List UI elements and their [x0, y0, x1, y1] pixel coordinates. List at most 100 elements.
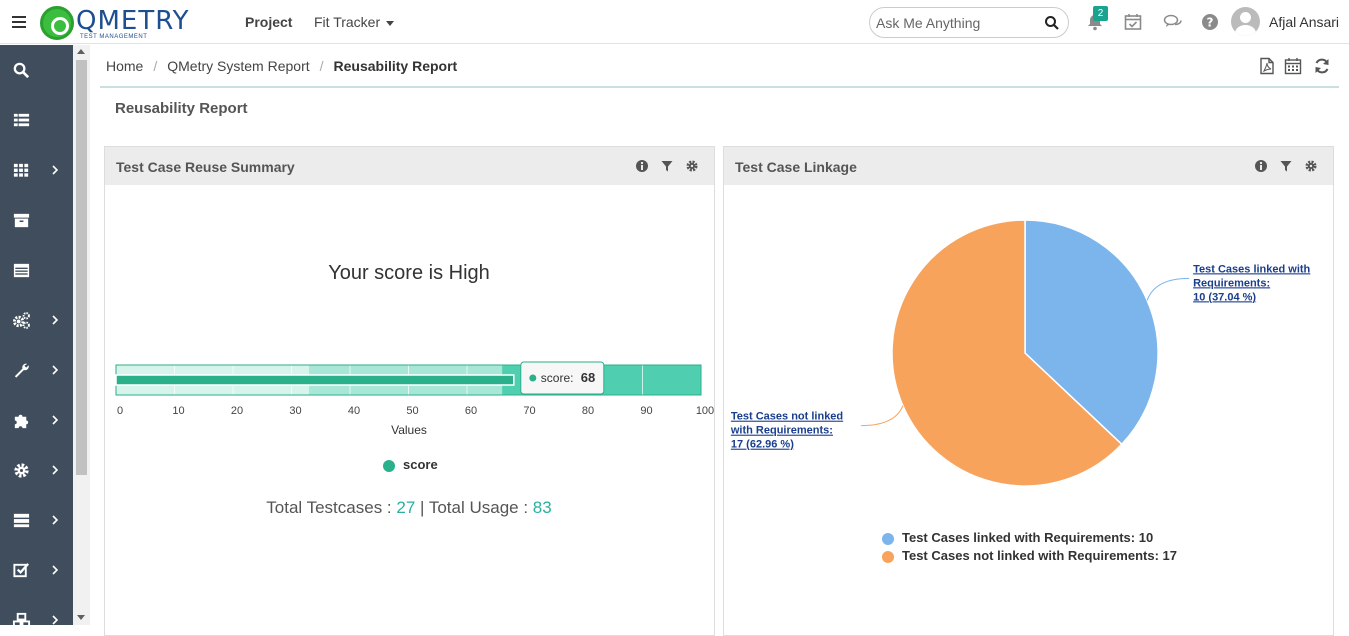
- score-gauge-chart: 0 10 20 30 40 50 60 70 80 90 100 Values score: 68: [115, 361, 714, 437]
- total-usage-label: | Total Usage :: [415, 498, 533, 517]
- scroll-down-icon[interactable]: [77, 615, 85, 620]
- refresh-icon[interactable]: [1313, 57, 1331, 75]
- wrench-icon: [14, 363, 29, 378]
- sidebar-item-list[interactable]: [0, 105, 73, 135]
- chevron-right-icon: [52, 315, 59, 325]
- logo-subtitle: TEST MANAGEMENT: [80, 34, 148, 40]
- legend-marker: [383, 459, 395, 472]
- cogs-icon: [12, 312, 30, 329]
- sidebar-scrollbar[interactable]: [73, 45, 90, 625]
- tooltip-marker: [529, 374, 537, 382]
- x-tick-label: 0: [117, 405, 123, 417]
- score-text: Your score is High: [328, 262, 490, 284]
- search-box: [869, 7, 1069, 38]
- totals-summary: Total Testcases : 27 | Total Usage : 83: [105, 498, 713, 518]
- x-tick-label: 90: [640, 405, 652, 417]
- table-icon: [13, 263, 30, 278]
- tooltip-value: 68: [581, 370, 595, 385]
- legend-label: Test Cases not linked with Requirements:…: [902, 548, 1177, 563]
- sidebar-item-table[interactable]: [0, 255, 73, 285]
- pie-data-label[interactable]: 10 (37.04 %): [1193, 291, 1256, 303]
- chat-icon[interactable]: [1163, 12, 1183, 32]
- logo-mark: [40, 6, 74, 40]
- x-tick-label: 20: [231, 405, 243, 417]
- panel-title: Test Case Reuse Summary: [116, 159, 295, 175]
- sidebar-item-modules[interactable]: [0, 605, 73, 635]
- linkage-pie-chart: Test Cases linked with Requirements: 10 (3…: [730, 219, 1311, 487]
- pie-data-label[interactable]: Test Cases not linked: [731, 411, 843, 423]
- avatar[interactable]: [1231, 7, 1260, 36]
- breadcrumb: Home / QMetry System Report / Reusability Re…: [106, 58, 458, 74]
- panel-header: Test Case Reuse Summary: [105, 147, 714, 185]
- scroll-up-icon[interactable]: [77, 49, 85, 54]
- gear-icon[interactable]: [685, 159, 699, 173]
- calendar-check-icon[interactable]: [1123, 12, 1143, 32]
- x-tick-label: 30: [289, 405, 301, 417]
- x-tick-label: 80: [582, 405, 594, 417]
- legend-label: Test Cases linked with Requirements: 10: [902, 530, 1154, 545]
- search-input[interactable]: [876, 13, 1046, 33]
- sidebar-item-server[interactable]: [0, 505, 73, 535]
- pdf-icon[interactable]: [1258, 57, 1276, 75]
- page-title: Reusability Report: [115, 100, 248, 117]
- help-icon[interactable]: ?: [1200, 12, 1220, 32]
- breadcrumb-system-report[interactable]: QMetry System Report: [167, 58, 309, 74]
- legend-item[interactable]: Test Cases linked with Requirements: 10: [882, 530, 1177, 548]
- panel-title: Test Case Linkage: [735, 159, 857, 175]
- x-tick-label: 10: [172, 405, 184, 417]
- total-testcases-label: Total Testcases :: [266, 498, 397, 517]
- qmetry-logo[interactable]: QMETRY TEST MANAGEMENT: [40, 5, 190, 41]
- x-tick-label: 40: [348, 405, 360, 417]
- chevron-right-icon: [52, 165, 59, 175]
- pie-data-label[interactable]: with Requirements:: [730, 425, 833, 437]
- sidebar-item-search[interactable]: [0, 55, 73, 85]
- user-name[interactable]: Afjal Ansari: [1269, 14, 1339, 30]
- chevron-down-icon: [386, 20, 395, 26]
- legend-item[interactable]: Test Cases not linked with Requirements:…: [882, 548, 1177, 566]
- sidebar-item-tools[interactable]: [0, 355, 73, 385]
- sidebar-item-settings[interactable]: [0, 455, 73, 485]
- pie-data-label[interactable]: Requirements:: [1193, 277, 1270, 289]
- sidebar-item-archive[interactable]: [0, 205, 73, 235]
- x-tick-label: 60: [465, 405, 477, 417]
- legend-label: score: [403, 457, 438, 472]
- data-label-connector: [860, 405, 904, 427]
- sidebar-item-grid[interactable]: [0, 155, 73, 185]
- total-testcases-value: 27: [396, 498, 416, 517]
- sidebar-item-cogs[interactable]: [0, 305, 73, 335]
- reuse-summary-panel: Test Case Reuse Summary Your score is Hi…: [104, 146, 715, 636]
- sidebar-item-integrations[interactable]: [0, 405, 73, 435]
- pie-data-label[interactable]: Test Cases linked with: [1193, 263, 1310, 275]
- top-bar: QMETRY TEST MANAGEMENT Project Fit Track…: [0, 0, 1349, 44]
- breadcrumb-current: Reusability Report: [333, 58, 458, 74]
- legend-marker: [882, 550, 894, 563]
- scrollbar-thumb[interactable]: [76, 60, 87, 475]
- filter-icon[interactable]: [1279, 159, 1293, 173]
- chevron-right-icon: [52, 365, 59, 375]
- chevron-right-icon: [52, 465, 59, 475]
- logo-text: QMETRY: [76, 6, 190, 36]
- nav-project[interactable]: Project: [245, 14, 292, 30]
- legend-item-score[interactable]: score: [383, 457, 438, 472]
- sidebar: [0, 45, 73, 629]
- info-icon[interactable]: [635, 159, 649, 173]
- grid-icon: [13, 163, 29, 177]
- info-icon[interactable]: [1254, 159, 1268, 173]
- panel-header: Test Case Linkage: [724, 147, 1333, 185]
- nav-fit-tracker-label: Fit Tracker: [314, 14, 381, 30]
- breadcrumb-home[interactable]: Home: [106, 58, 143, 74]
- nav-fit-tracker[interactable]: Fit Tracker: [314, 14, 395, 30]
- filter-icon[interactable]: [660, 159, 674, 173]
- menu-icon[interactable]: [12, 16, 26, 31]
- chevron-right-icon: [52, 515, 59, 525]
- pie-data-label[interactable]: 17 (62.96 %): [731, 439, 794, 451]
- total-usage-value: 83: [532, 498, 552, 517]
- score-bar[interactable]: [115, 374, 515, 386]
- sidebar-item-tasks[interactable]: [0, 555, 73, 585]
- search-icon: [13, 62, 30, 79]
- gear-icon[interactable]: [1304, 159, 1318, 173]
- pie-legend: Test Cases linked with Requirements: 10 T…: [882, 530, 1177, 566]
- calendar-icon[interactable]: [1284, 57, 1302, 75]
- search-icon[interactable]: [1044, 15, 1060, 31]
- x-tick-label: 100: [696, 405, 714, 417]
